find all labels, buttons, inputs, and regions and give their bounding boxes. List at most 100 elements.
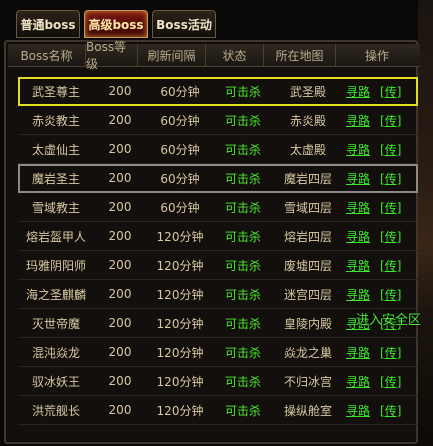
actions-cell: 寻路 [传]: [344, 199, 418, 216]
table-row[interactable]: 武圣尊主 200 60分钟 可击杀 武圣殿 寻路 [传]: [18, 77, 418, 106]
teleport-link[interactable]: [传]: [380, 141, 401, 158]
status-cell: 可击杀: [224, 374, 261, 389]
status-cell: 可击杀: [224, 403, 261, 418]
table-row[interactable]: 太虚仙主 200 60分钟 可击杀 太虚殿 寻路 [传]: [18, 135, 418, 164]
pathfind-link[interactable]: 寻路: [346, 141, 370, 158]
table-row[interactable]: 雪域教主 200 60分钟 可击杀 雪域四层 寻路 [传]: [18, 193, 418, 222]
teleport-link[interactable]: [传]: [380, 199, 401, 216]
boss-level-cell: 200: [108, 113, 132, 127]
boss-level-cell: 200: [108, 374, 132, 388]
map-cell: 不归冰宫: [283, 374, 332, 389]
refresh-interval-cell: 120分钟: [156, 258, 204, 273]
boss-name-cell: 灭世帝魔: [31, 316, 80, 331]
pathfind-link[interactable]: 寻路: [346, 83, 370, 100]
teleport-link[interactable]: [传]: [380, 170, 401, 187]
game-scene-effect: [418, 0, 433, 446]
header-status: 状态: [206, 44, 264, 66]
status-cell: 可击杀: [224, 142, 261, 157]
map-cell: 皇陵内殿: [283, 316, 332, 331]
actions-cell: 寻路 [传]: [344, 112, 418, 129]
teleport-link[interactable]: [传]: [380, 112, 401, 129]
map-cell: 迷宫四层: [283, 287, 332, 302]
boss-name-cell: 海之圣麒麟: [25, 287, 86, 302]
table-row[interactable]: 熔岩盔甲人 200 120分钟 可击杀 熔岩四层 寻路 [传]: [18, 222, 418, 251]
map-cell: 雪域四层: [283, 200, 332, 215]
status-cell: 可击杀: [224, 171, 261, 186]
pathfind-link[interactable]: 寻路: [346, 286, 370, 303]
table-row[interactable]: 混沌焱龙 200 120分钟 可击杀 焱龙之巢 寻路 [传]: [18, 338, 418, 367]
status-cell: 可击杀: [224, 113, 261, 128]
refresh-interval-cell: 60分钟: [160, 84, 200, 99]
teleport-link[interactable]: [传]: [380, 373, 401, 390]
map-cell: 操纵舱室: [283, 403, 332, 418]
table-row[interactable]: 赤炎教主 200 60分钟 可击杀 赤炎殿 寻路 [传]: [18, 106, 418, 135]
boss-name-cell: 赤炎教主: [31, 113, 80, 128]
pathfind-link[interactable]: 寻路: [346, 373, 370, 390]
actions-cell: 寻路 [传]: [344, 286, 418, 303]
boss-name-cell: 驭冰妖王: [31, 374, 80, 389]
refresh-interval-cell: 120分钟: [156, 287, 204, 302]
refresh-interval-cell: 120分钟: [156, 374, 204, 389]
teleport-link[interactable]: [传]: [380, 344, 401, 361]
pathfind-link[interactable]: 寻路: [346, 112, 370, 129]
safe-zone-toast: 进入安全区: [356, 313, 422, 328]
map-cell: 武圣殿: [289, 84, 326, 99]
map-cell: 熔岩四层: [283, 229, 332, 244]
map-cell: 废墟四层: [283, 258, 332, 273]
boss-name-cell: 武圣尊主: [31, 84, 80, 99]
boss-level-cell: 200: [108, 258, 132, 272]
teleport-link[interactable]: [传]: [380, 402, 401, 419]
status-cell: 可击杀: [224, 258, 261, 273]
header-refresh-interval: 刷新间隔: [138, 44, 206, 66]
tab-boss-event[interactable]: Boss活动: [152, 10, 216, 38]
status-cell: 可击杀: [224, 345, 261, 360]
header-map: 所在地图: [264, 44, 336, 66]
actions-cell: 寻路 [传]: [344, 83, 418, 100]
actions-cell: 寻路 [传]: [344, 170, 418, 187]
table-header: Boss名称 Boss等级 刷新间隔 状态 所在地图 操作: [8, 40, 420, 71]
teleport-link[interactable]: [传]: [380, 83, 401, 100]
status-cell: 可击杀: [224, 229, 261, 244]
pathfind-link[interactable]: 寻路: [346, 170, 370, 187]
boss-level-cell: 200: [108, 403, 132, 417]
boss-level-cell: 200: [108, 229, 132, 243]
tab-normal-boss[interactable]: 普通boss: [16, 10, 80, 38]
teleport-link[interactable]: [传]: [380, 286, 401, 303]
boss-level-cell: 200: [108, 287, 132, 301]
table-row[interactable]: 海之圣麒麟 200 120分钟 可击杀 迷宫四层 寻路 [传]: [18, 280, 418, 309]
boss-name-cell: 太虚仙主: [31, 142, 80, 157]
actions-cell: 寻路 [传]: [344, 228, 418, 245]
pathfind-link[interactable]: 寻路: [346, 344, 370, 361]
boss-name-cell: 熔岩盔甲人: [25, 229, 86, 244]
table-row[interactable]: 洪荒舰长 200 120分钟 可击杀 操纵舱室 寻路 [传]: [18, 396, 418, 425]
table-row[interactable]: 玛雅阴阳师 200 120分钟 可击杀 废墟四层 寻路 [传]: [18, 251, 418, 280]
pathfind-link[interactable]: 寻路: [346, 199, 370, 216]
tab-advanced-boss[interactable]: 高级boss: [84, 10, 148, 38]
map-cell: 赤炎殿: [289, 113, 326, 128]
boss-name-cell: 魔岩圣主: [31, 171, 80, 186]
boss-tabs: 普通boss 高级boss Boss活动: [16, 10, 216, 40]
boss-name-cell: 混沌焱龙: [31, 345, 80, 360]
boss-level-cell: 200: [108, 171, 132, 185]
table-row[interactable]: 魔岩圣主 200 60分钟 可击杀 魔岩四层 寻路 [传]: [18, 164, 418, 193]
teleport-link[interactable]: [传]: [380, 257, 401, 274]
pathfind-link[interactable]: 寻路: [346, 257, 370, 274]
teleport-link[interactable]: [传]: [380, 228, 401, 245]
refresh-interval-cell: 60分钟: [160, 200, 200, 215]
boss-name-cell: 洪荒舰长: [31, 403, 80, 418]
refresh-interval-cell: 120分钟: [156, 403, 204, 418]
boss-level-cell: 200: [108, 200, 132, 214]
map-cell: 魔岩四层: [283, 171, 332, 186]
pathfind-link[interactable]: 寻路: [346, 228, 370, 245]
actions-cell: 寻路 [传]: [344, 344, 418, 361]
map-cell: 焱龙之巢: [283, 345, 332, 360]
refresh-interval-cell: 60分钟: [160, 113, 200, 128]
boss-table-body: 武圣尊主 200 60分钟 可击杀 武圣殿 寻路 [传] 赤炎教主 200 60分钟 可击杀 赤炎殿寻…: [18, 77, 418, 425]
pathfind-link[interactable]: 寻路: [346, 402, 370, 419]
boss-level-cell: 200: [108, 316, 132, 330]
actions-cell: 寻路 [传]: [344, 257, 418, 274]
boss-name-cell: 雪域教主: [31, 200, 80, 215]
actions-cell: 寻路 [传]: [344, 402, 418, 419]
table-row[interactable]: 驭冰妖王 200 120分钟 可击杀 不归冰宫 寻路 [传]: [18, 367, 418, 396]
refresh-interval-cell: 120分钟: [156, 229, 204, 244]
